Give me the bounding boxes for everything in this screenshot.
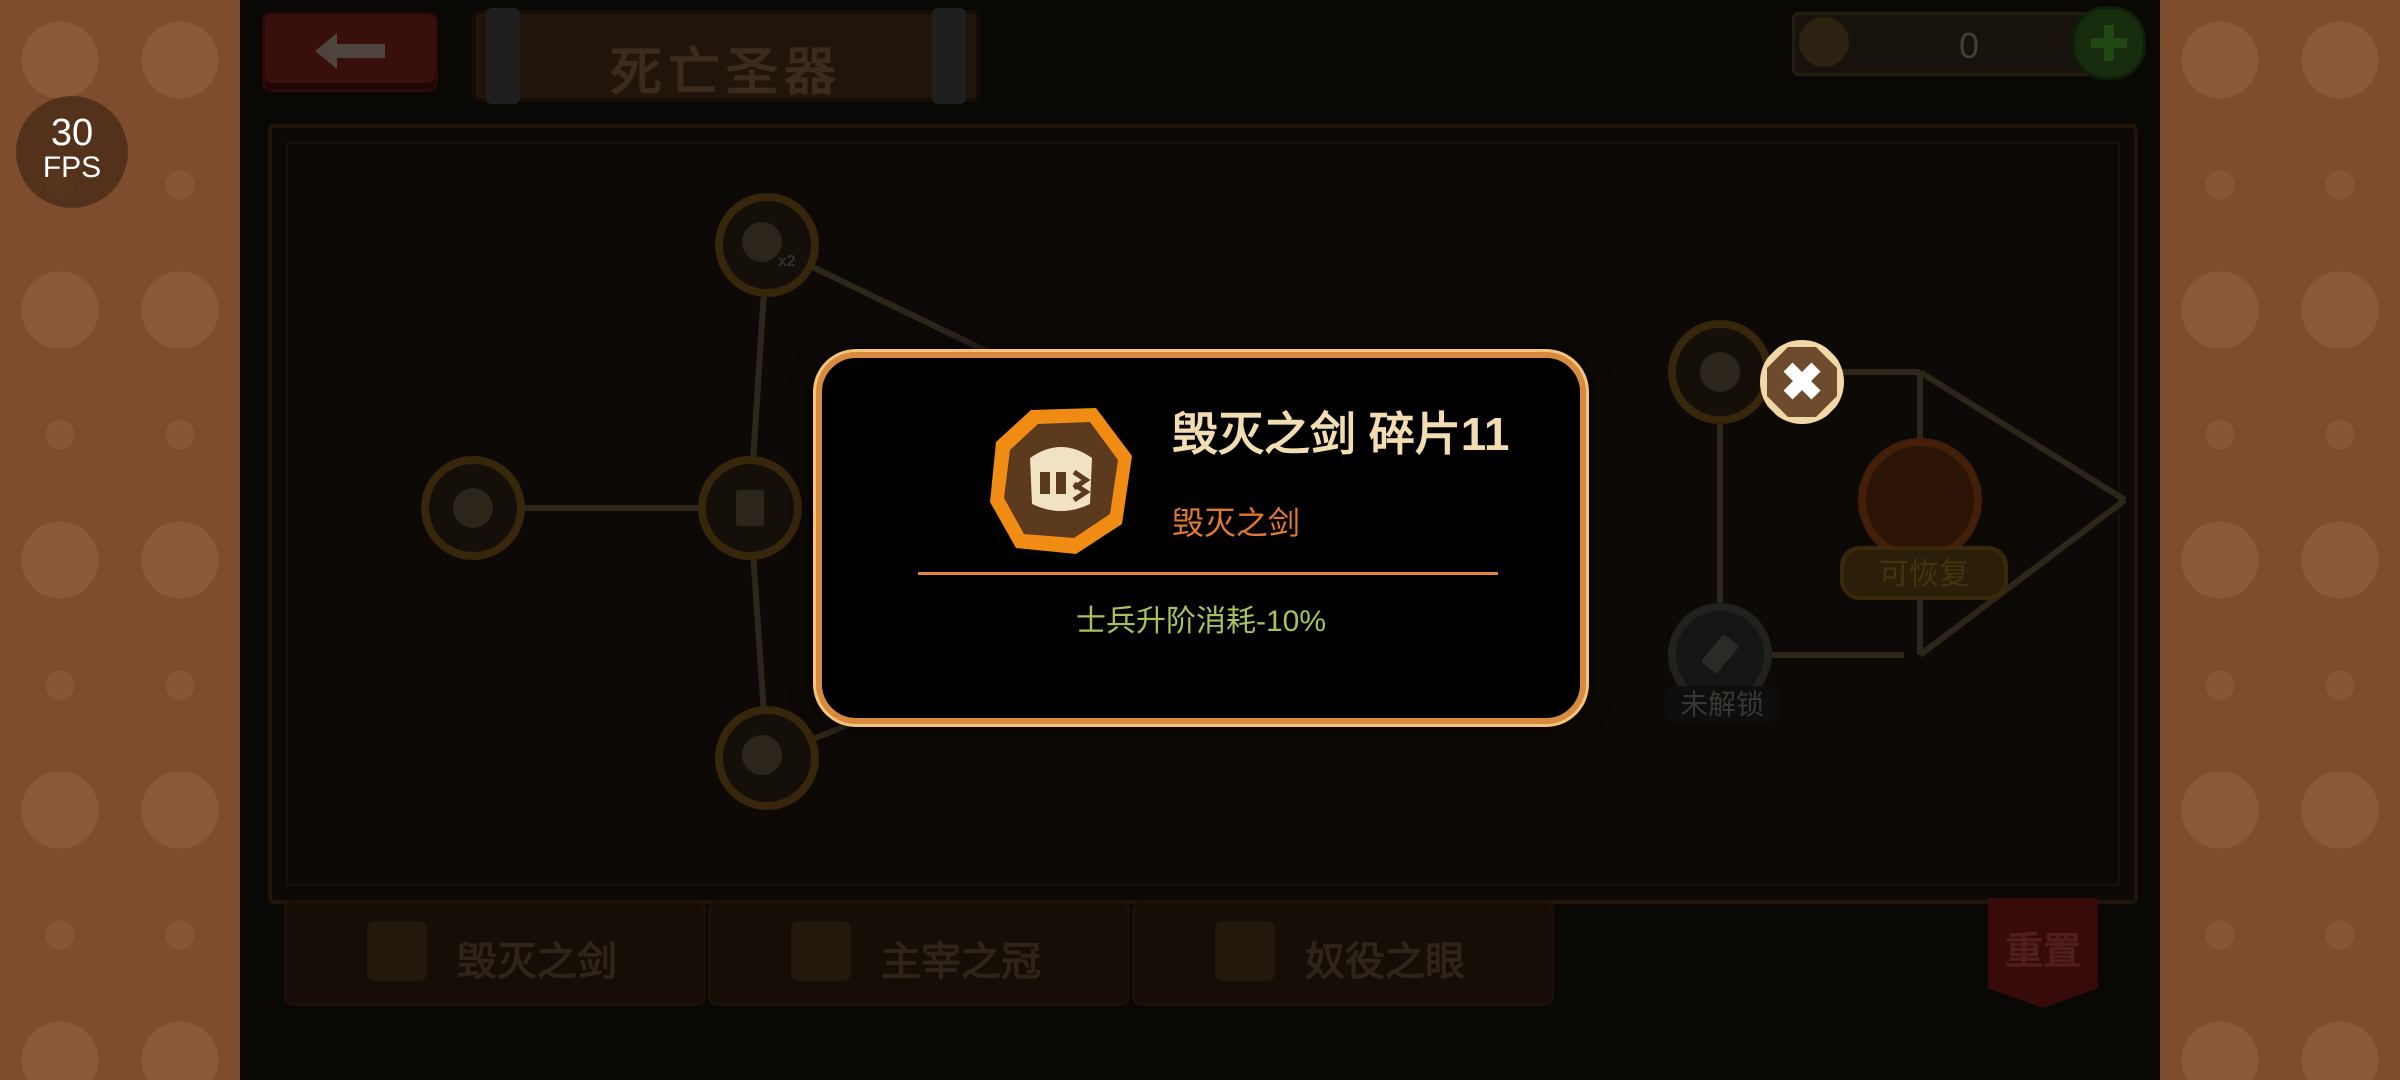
fps-value: 30 — [50, 112, 94, 154]
dialog-title: 毁灭之剑 碎片11 — [1172, 408, 1510, 460]
right-side-pattern — [2160, 0, 2400, 1080]
close-icon: ✖ — [1780, 354, 1824, 412]
fps-label: FPS — [42, 151, 102, 184]
game-screen: 死亡圣器 0 x2 未解锁 可恢复 毁灭之剑 主宰之冠 奴役之眼 重置 毁灭之剑… — [240, 0, 2160, 1080]
dialog-subtitle: 毁灭之剑 — [1172, 505, 1301, 541]
dialog-effect-text: 士兵升阶消耗-10% — [1075, 605, 1327, 638]
fps-counter: 30 FPS — [16, 96, 128, 208]
left-side-pattern: 30 FPS — [0, 0, 240, 1080]
fragment-info-dialog: 毁灭之剑 碎片11 毁灭之剑 士兵升阶消耗-10% — [816, 352, 1586, 724]
helmet-icon — [990, 408, 1132, 554]
dialog-divider — [918, 572, 1498, 575]
